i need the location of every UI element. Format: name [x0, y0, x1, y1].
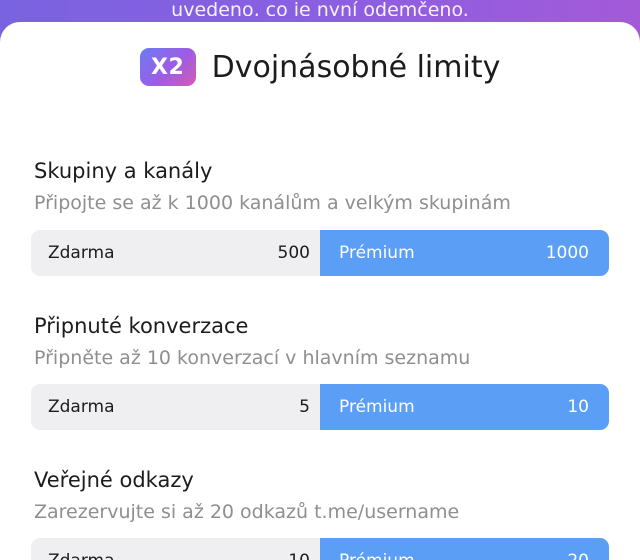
free-limit: Zdarma 10	[31, 538, 320, 560]
premium-value: 20	[567, 551, 589, 560]
premium-limit: Prémium 10	[320, 384, 609, 430]
sheet-title: Dvojnásobné limity	[211, 49, 501, 85]
x2-badge-icon: X2	[139, 48, 196, 86]
section-title: Veřejné odkazy	[34, 468, 194, 492]
premium-label: Prémium	[339, 397, 415, 417]
premium-limit: Prémium 1000	[320, 230, 609, 276]
premium-label: Prémium	[339, 551, 415, 560]
free-limit: Zdarma 500	[31, 230, 320, 276]
section-title: Skupiny a kanály	[34, 159, 213, 183]
premium-value: 1000	[545, 243, 589, 263]
limit-comparison-bar: Zdarma 500 Prémium 1000	[31, 230, 609, 276]
free-value: 10	[288, 551, 310, 560]
section-description: Připojte se až k 1000 kanálům a velkým s…	[34, 192, 511, 214]
free-value: 5	[299, 397, 310, 417]
free-limit: Zdarma 5	[31, 384, 320, 430]
section-title: Připnuté konverzace	[34, 314, 249, 338]
top-description-text: uvedeno, co je nyní odemčeno.	[171, 0, 469, 16]
free-label: Zdarma	[48, 397, 115, 417]
section-description: Zarezervujte si až 20 odkazů t.me/userna…	[34, 501, 460, 523]
section-pinned-chats: Připnuté konverzace Připněte až 10 konve…	[34, 312, 610, 371]
premium-value: 10	[567, 397, 589, 417]
premium-limit: Prémium 20	[320, 538, 609, 560]
free-label: Zdarma	[48, 551, 115, 560]
premium-label: Prémium	[339, 243, 415, 263]
section-description: Připněte až 10 konverzací v hlavním sezn…	[34, 347, 471, 369]
free-label: Zdarma	[48, 243, 115, 263]
section-public-links: Veřejné odkazy Zarezervujte si až 20 odk…	[34, 466, 610, 525]
free-value: 500	[277, 243, 310, 263]
section-groups-channels: Skupiny a kanály Připojte se až k 1000 k…	[34, 157, 610, 216]
sheet-header: X2 Dvojnásobné limity	[0, 48, 640, 86]
limit-comparison-bar: Zdarma 10 Prémium 20	[31, 538, 609, 560]
limit-comparison-bar: Zdarma 5 Prémium 10	[31, 384, 609, 430]
